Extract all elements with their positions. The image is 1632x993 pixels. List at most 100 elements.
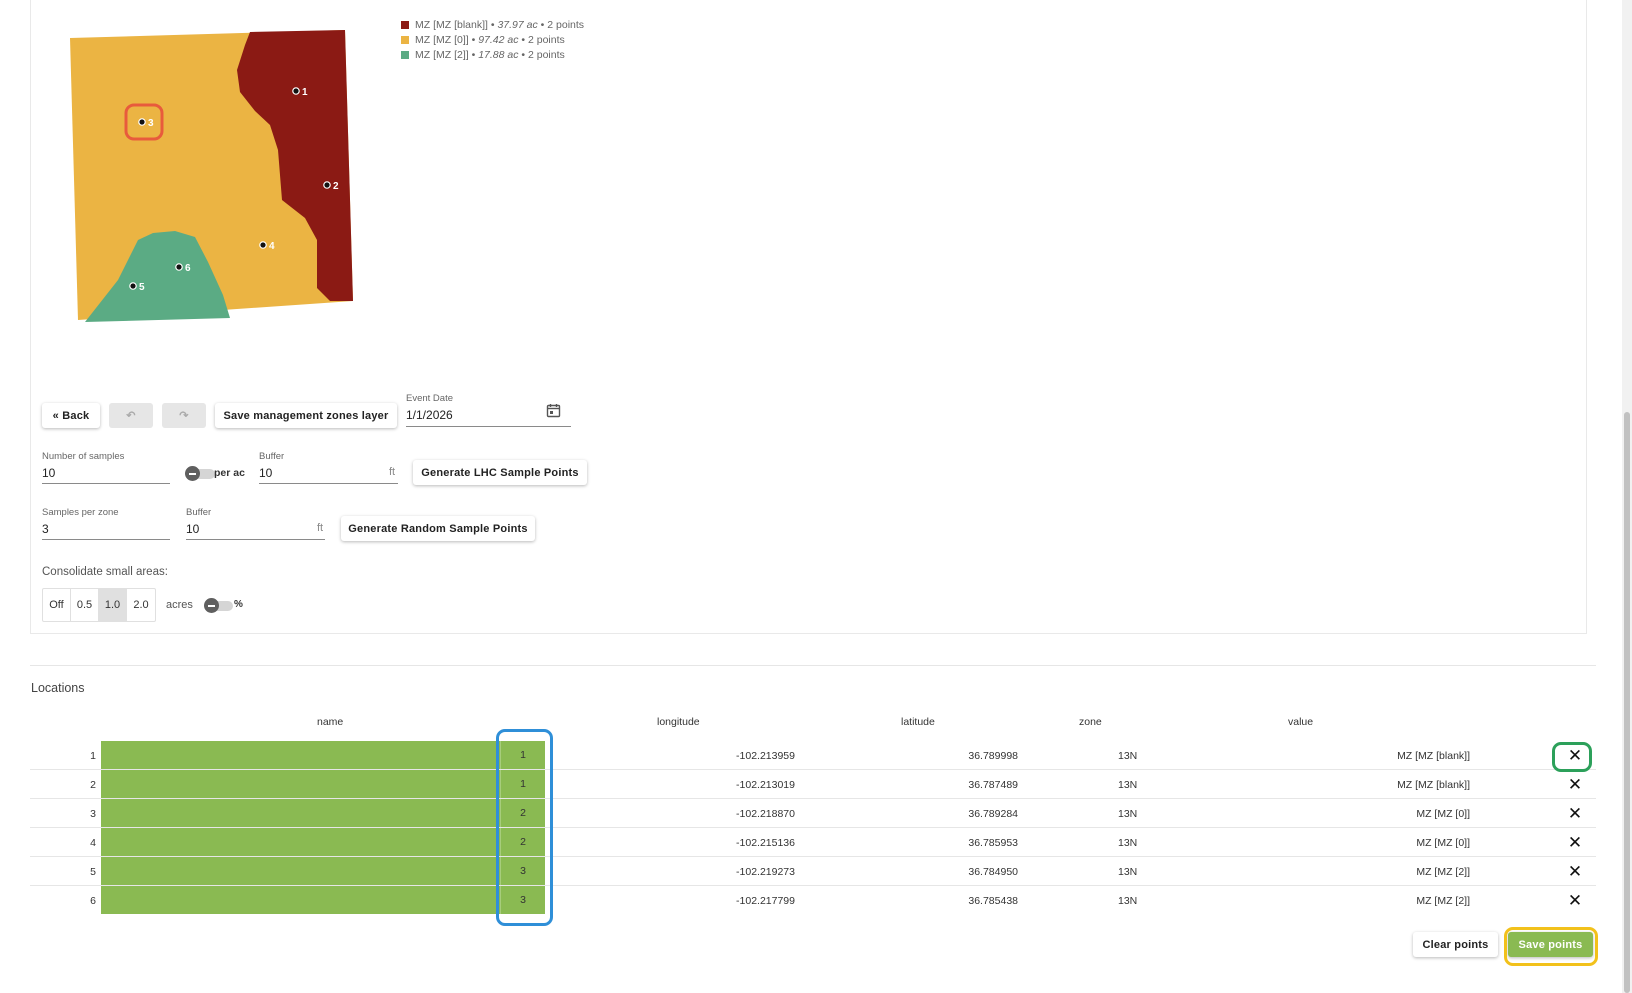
map-legend: MZ [MZ [blank]] • 37.97 ac • 2 points MZ…: [401, 17, 584, 62]
longitude-cell: -102.213959: [736, 750, 795, 762]
value-cell: MZ [MZ [0]]: [1416, 808, 1470, 820]
row-index: 1: [90, 750, 96, 762]
consolidate-option-2-0[interactable]: 2.0: [127, 589, 155, 621]
longitude-cell: -102.219273: [736, 866, 795, 878]
num-samples-input[interactable]: 10: [42, 466, 55, 480]
name-cell[interactable]: 3: [101, 886, 545, 914]
close-icon[interactable]: ✕: [1565, 862, 1585, 882]
consolidate-option-1-0[interactable]: 1.0: [99, 589, 127, 621]
legend-swatch: [401, 50, 409, 59]
num-samples-label: Number of samples: [42, 451, 125, 462]
table-row[interactable]: 3 2 -102.218870 36.789284 13N MZ [MZ [0]…: [30, 799, 1596, 828]
redo-button[interactable]: ↷: [162, 403, 206, 428]
legend-area: 37.97 ac: [497, 18, 538, 31]
legend-swatch: [401, 20, 409, 29]
column-header-longitude[interactable]: longitude: [657, 716, 700, 728]
sample-point-label-6: 6: [185, 263, 191, 274]
zone-map[interactable]: 1 2 3 4 5 6: [60, 25, 360, 325]
sample-point-3[interactable]: [138, 118, 146, 126]
sample-point-4[interactable]: [259, 241, 267, 249]
event-date-label: Event Date: [406, 393, 453, 404]
latitude-cell: 36.789284: [968, 808, 1018, 820]
per-zone-underline: [42, 539, 170, 540]
highlight-zone-column: [496, 729, 553, 926]
row-index: 4: [90, 837, 96, 849]
name-cell[interactable]: 2: [101, 828, 545, 856]
row-index: 6: [90, 895, 96, 907]
column-header-latitude[interactable]: latitude: [901, 716, 935, 728]
acres-label: acres: [166, 599, 193, 611]
event-date-underline: [406, 426, 571, 427]
longitude-cell: -102.215136: [736, 837, 795, 849]
sample-point-1[interactable]: [292, 87, 300, 95]
random-buffer-input[interactable]: 10: [186, 522, 199, 536]
consolidate-option-off[interactable]: Off: [43, 589, 71, 621]
legend-item: MZ [MZ [0]] • 97.42 ac • 2 points: [401, 32, 584, 47]
table-row[interactable]: 4 2 -102.215136 36.785953 13N MZ [MZ [0]…: [30, 828, 1596, 857]
name-cell[interactable]: 2: [101, 799, 545, 827]
highlight-save-points: [1504, 927, 1598, 966]
per-zone-input[interactable]: 3: [42, 522, 49, 536]
random-buffer-label: Buffer: [186, 507, 212, 518]
row-index: 2: [90, 779, 96, 791]
consolidate-label: Consolidate small areas:: [42, 566, 168, 578]
percent-label: %: [234, 599, 243, 610]
generate-lhc-button[interactable]: Generate LHC Sample Points: [413, 460, 587, 485]
legend-area: 17.88 ac: [478, 48, 519, 61]
per-ac-label: per ac: [214, 467, 245, 479]
close-icon[interactable]: ✕: [1565, 804, 1585, 824]
value-cell: MZ [MZ [blank]]: [1397, 779, 1470, 791]
legend-points: 2 points: [528, 33, 565, 46]
table-row[interactable]: 1 1 -102.213959 36.789998 13N MZ [MZ [bl…: [30, 741, 1596, 770]
row-index: 5: [90, 866, 96, 878]
zone-cell: 13N: [1118, 895, 1138, 907]
per-ac-toggle[interactable]: [185, 466, 200, 481]
clear-points-button[interactable]: Clear points: [1413, 932, 1498, 957]
num-samples-underline: [42, 483, 170, 484]
zone-cell: 13N: [1118, 779, 1138, 791]
event-date-input[interactable]: 1/1/2026: [406, 408, 453, 422]
table-row[interactable]: 5 3 -102.219273 36.784950 13N MZ [MZ [2]…: [30, 857, 1596, 886]
calendar-icon[interactable]: [546, 403, 561, 418]
locations-title: Locations: [31, 681, 85, 695]
section-divider: [30, 665, 1596, 666]
legend-points: 2 points: [528, 48, 565, 61]
name-cell[interactable]: 3: [101, 857, 545, 885]
value-cell: MZ [MZ [2]]: [1416, 895, 1470, 907]
legend-zone: MZ [MZ [2]]: [415, 48, 469, 61]
zone-cell: 13N: [1118, 808, 1138, 820]
zone-cell: 13N: [1118, 837, 1138, 849]
sample-point-label-1: 1: [302, 87, 308, 98]
close-icon[interactable]: ✕: [1565, 891, 1585, 911]
legend-item: MZ [MZ [blank]] • 37.97 ac • 2 points: [401, 17, 584, 32]
scrollbar-thumb[interactable]: [1624, 412, 1630, 993]
longitude-cell: -102.218870: [736, 808, 795, 820]
acres-percent-toggle[interactable]: [204, 598, 219, 613]
column-header-name[interactable]: name: [317, 716, 343, 728]
latitude-cell: 36.789998: [968, 750, 1018, 762]
close-icon[interactable]: ✕: [1565, 775, 1585, 795]
save-zones-button[interactable]: Save management zones layer: [215, 403, 397, 428]
sample-point-6[interactable]: [175, 263, 183, 271]
sample-point-2[interactable]: [323, 181, 331, 189]
legend-area: 97.42 ac: [478, 33, 519, 46]
back-button[interactable]: « Back: [42, 403, 100, 428]
random-buffer-underline: [186, 539, 325, 540]
undo-button[interactable]: ↶: [109, 403, 153, 428]
close-icon[interactable]: ✕: [1565, 833, 1585, 853]
random-buffer-unit: ft: [317, 522, 324, 534]
legend-zone: MZ [MZ [blank]]: [415, 18, 488, 31]
consolidate-option-0-5[interactable]: 0.5: [71, 589, 99, 621]
name-cell[interactable]: 1: [101, 770, 545, 798]
column-header-zone[interactable]: zone: [1079, 716, 1102, 728]
table-row[interactable]: 2 1 -102.213019 36.787489 13N MZ [MZ [bl…: [30, 770, 1596, 799]
sample-point-label-5: 5: [139, 282, 145, 293]
lhc-buffer-input[interactable]: 10: [259, 466, 272, 480]
table-row[interactable]: 6 3 -102.217799 36.785438 13N MZ [MZ [2]…: [30, 886, 1596, 915]
sample-point-5[interactable]: [129, 282, 137, 290]
generate-random-button[interactable]: Generate Random Sample Points: [341, 516, 535, 541]
column-header-value[interactable]: value: [1288, 716, 1313, 728]
legend-item: MZ [MZ [2]] • 17.88 ac • 2 points: [401, 47, 584, 62]
sample-point-label-3: 3: [148, 118, 154, 129]
name-cell[interactable]: 1: [101, 741, 545, 769]
